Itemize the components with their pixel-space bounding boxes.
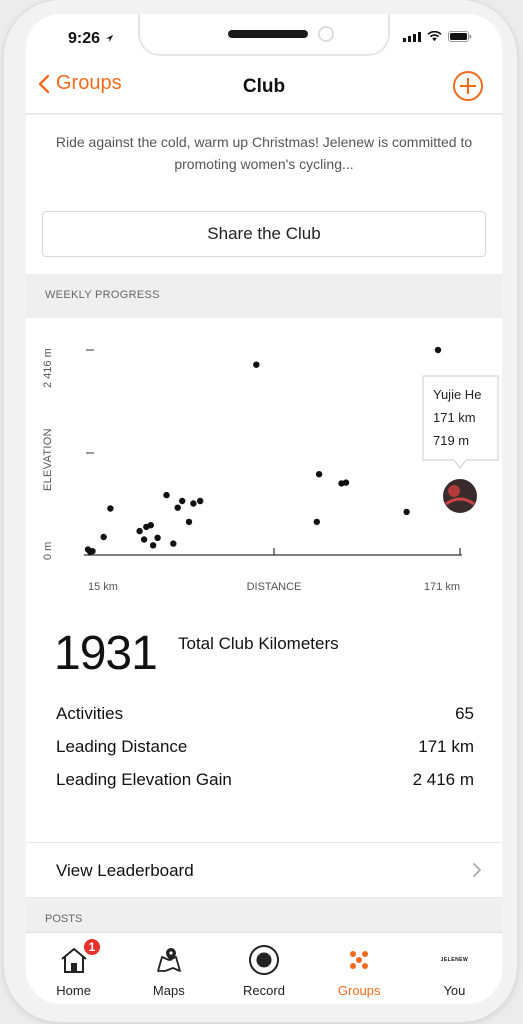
stat-row-leading-elevation: Leading Elevation Gain 2 416 m — [56, 770, 474, 794]
tooltip-name: Yujie He — [433, 387, 481, 402]
stat-label: Activities — [56, 704, 124, 723]
stat-row-leading-distance: Leading Distance 171 km — [56, 737, 474, 761]
tab-groups[interactable]: Groups — [312, 933, 407, 1004]
status-bar: 9:26 — [26, 14, 502, 60]
tab-home[interactable]: 1 Home — [26, 933, 121, 1004]
status-icons — [403, 31, 472, 42]
speaker-grille — [228, 30, 308, 38]
scatter-chart: 2 416 m ELEVATION 0 m 15 km DISTANCE 171 km Yu… — [42, 346, 499, 593]
you-icon: JELENEW — [437, 943, 471, 977]
data-point — [100, 533, 107, 541]
data-point — [170, 540, 177, 547]
tab-record[interactable]: Record — [216, 933, 311, 1004]
tab-bar: 1 Home Maps Record Groups JELENEW You — [26, 932, 502, 1004]
notch — [138, 14, 390, 56]
data-point — [185, 518, 193, 526]
stat-row-activities: Activities 65 — [56, 704, 474, 728]
leader-avatar — [441, 477, 479, 515]
data-point — [140, 536, 148, 543]
screen: 9:26 Groups Club Ride against the cold, … — [26, 14, 502, 1004]
weekly-progress-header: WEEKLY PROGRESS — [26, 274, 502, 318]
data-point — [179, 497, 186, 505]
data-point — [253, 361, 260, 368]
data-point — [107, 505, 114, 512]
maps-icon — [152, 943, 186, 977]
cellular-signal-icon — [403, 32, 421, 42]
x-tick-label-left: 15 km — [88, 581, 118, 593]
total-kilometers-value: 1931 — [54, 627, 158, 680]
club-description-card: Ride against the cold, warm up Christmas… — [26, 115, 502, 287]
wifi-icon — [427, 31, 442, 42]
data-point — [313, 518, 320, 526]
data-point — [434, 346, 442, 354]
tab-label: Record — [243, 983, 285, 998]
status-time-text: 9:26 — [68, 30, 101, 47]
data-point — [190, 500, 197, 507]
nav-bar: Groups Club — [26, 60, 502, 114]
front-camera — [318, 26, 334, 42]
page-title: Club — [242, 76, 286, 97]
location-arrow-icon — [106, 34, 114, 43]
tab-label: You — [443, 983, 466, 998]
battery-icon — [448, 31, 472, 42]
avatar-detail — [448, 485, 460, 497]
status-time: 9:26 — [68, 30, 114, 48]
data-point — [315, 471, 323, 478]
data-point — [342, 479, 350, 486]
x-axis-label: DISTANCE — [247, 581, 302, 593]
tab-label: Maps — [152, 983, 185, 998]
add-plus-icon[interactable] — [452, 70, 484, 102]
groups-icon — [342, 943, 376, 977]
data-point — [154, 534, 161, 541]
notification-badge: 1 — [82, 937, 102, 957]
data-point — [403, 508, 410, 516]
view-leaderboard-label: View Leaderboard — [56, 861, 194, 880]
y-tick-label-top: 2 416 m — [42, 348, 54, 388]
tooltip-elevation: 719 m — [433, 433, 469, 448]
data-point — [89, 548, 96, 555]
data-point — [174, 504, 181, 511]
y-tick-label-bottom: 0 m — [42, 542, 54, 560]
phone-frame: 9:26 Groups Club Ride against the cold, … — [4, 0, 517, 1022]
view-leaderboard-row[interactable]: View Leaderboard — [26, 842, 502, 898]
tooltip-distance: 171 km — [433, 410, 476, 425]
total-kilometers-label: Total Club Kilometers — [178, 634, 339, 653]
record-icon — [247, 943, 281, 977]
y-axis-label: ELEVATION — [42, 428, 54, 491]
stat-label: Leading Elevation Gain — [56, 770, 232, 789]
share-club-button[interactable]: Share the Club — [42, 211, 486, 257]
stat-value: 171 km — [418, 737, 474, 756]
x-tick-label-right: 171 km — [424, 581, 460, 593]
tab-label: Groups — [337, 983, 381, 998]
jelenew-logo: JELENEW — [440, 957, 469, 963]
weekly-progress-chart: 2 416 m ELEVATION 0 m 15 km DISTANCE 171 km Yu… — [26, 318, 502, 614]
club-description: Ride against the cold, warm up Christmas… — [55, 134, 473, 172]
stat-value: 65 — [455, 704, 474, 723]
data-point — [197, 497, 204, 505]
stat-value: 2 416 m — [412, 770, 474, 789]
tab-you[interactable]: JELENEW You — [407, 933, 502, 1004]
tab-maps[interactable]: Maps — [121, 933, 216, 1004]
data-point — [147, 522, 154, 529]
data-point — [163, 491, 170, 499]
stat-label: Leading Distance — [56, 737, 188, 756]
data-point — [136, 527, 143, 535]
chevron-right-icon — [473, 863, 481, 877]
club-stats: 1931 Total Club Kilometers Activities 65… — [26, 614, 502, 842]
data-point — [149, 542, 157, 549]
tab-label: Home — [56, 983, 91, 998]
